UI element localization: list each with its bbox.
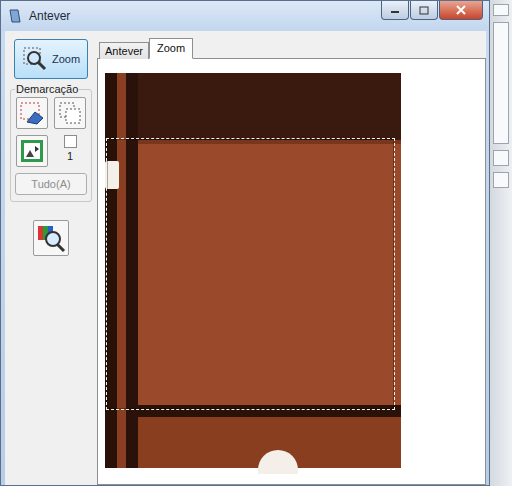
close-button[interactable] [439,1,483,20]
zoom-button[interactable]: Zoom [14,39,88,79]
tab[interactable]: Zoom [149,38,193,59]
delete-marquee-button[interactable] [16,97,48,129]
tool-panel: Zoom Demarcação 1 Tudo(A) [5,31,97,485]
color-magnifier-icon [36,223,66,253]
auto-locate-button[interactable] [16,135,48,167]
group-label: Demarcação [15,83,79,95]
preview-window: AnteverZoomDemarcação1Tudo(A)AnteverZoom [0,0,490,486]
close-icon [456,5,466,15]
film-preview [105,73,401,468]
minimize-button[interactable] [381,1,409,20]
marquee[interactable] [106,138,395,410]
minimize-icon [390,6,400,14]
desktop: AnteverZoomDemarcação1Tudo(A)AnteverZoom [0,0,512,486]
maximize-button[interactable] [410,1,438,20]
background-window [490,0,512,486]
marquee-checkbox[interactable] [64,135,77,148]
tab-bar: AnteverZoom [97,38,486,58]
image-locate-icon [19,138,45,164]
copy-marquee-button[interactable] [54,97,86,129]
zoom-icon [22,46,48,72]
all-button[interactable]: Tudo(A) [15,173,87,195]
preview-panel [97,58,486,485]
copy-icon [57,100,83,126]
scanner-icon [7,8,23,24]
marquee-group: Demarcação 1 Tudo(A) [10,83,92,202]
color-palette-button[interactable] [33,220,69,256]
window-title: Antever [29,9,375,23]
eraser-icon [19,100,45,126]
marquee-count: 1 [67,150,73,162]
maximize-icon [419,6,429,15]
tab[interactable]: Antever [99,42,149,59]
title-bar: Antever [1,1,489,31]
